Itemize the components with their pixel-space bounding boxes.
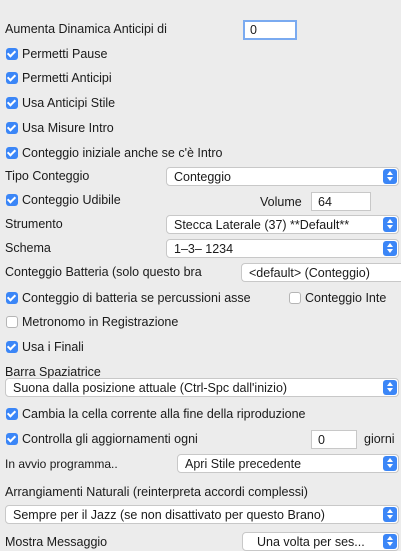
conteggio-iniziale-label: Conteggio iniziale anche se c'è Intro xyxy=(22,146,223,160)
schema-select[interactable]: 1–3– 1234 xyxy=(166,239,399,258)
usa-anticipi-stile-checkbox[interactable] xyxy=(6,97,18,109)
conteggio-inte-checkbox[interactable] xyxy=(289,292,301,304)
chevron-updown-icon xyxy=(383,507,397,522)
avvio-label: In avvio programma.. xyxy=(5,457,118,471)
chevron-updown-icon xyxy=(383,217,397,232)
permetti-anticipi-checkbox[interactable] xyxy=(6,72,18,84)
mostra-messaggio-label: Mostra Messaggio xyxy=(5,535,108,549)
usa-anticipi-stile-label: Usa Anticipi Stile xyxy=(22,96,116,110)
chevron-updown-icon xyxy=(383,169,397,184)
arrangiamenti-select[interactable]: Sempre per il Jazz (se non disattivato p… xyxy=(5,505,399,524)
usa-finali-label: Usa i Finali xyxy=(22,340,84,354)
volume-label: Volume xyxy=(260,195,302,209)
giorni-label: giorni xyxy=(364,432,395,446)
arrangiamenti-label: Arrangiamenti Naturali (reinterpreta acc… xyxy=(5,485,308,499)
metronomo-checkbox[interactable] xyxy=(6,316,18,328)
tipo-conteggio-select[interactable]: Conteggio xyxy=(166,167,399,186)
barra-spaziatrice-select[interactable]: Suona dalla posizione attuale (Ctrl-Spc … xyxy=(5,378,399,397)
chevron-updown-icon xyxy=(383,241,397,256)
cambia-cella-checkbox[interactable] xyxy=(6,408,18,420)
strumento-label: Strumento xyxy=(5,217,63,231)
usa-misure-intro-label: Usa Misure Intro xyxy=(22,121,114,135)
chevron-updown-icon xyxy=(383,456,397,471)
conteggio-batteria-select[interactable]: <default> (Conteggio) xyxy=(241,263,401,282)
conteggio-inte-label: Conteggio Inte xyxy=(305,291,387,305)
mostra-messaggio-select[interactable]: Una volta per ses... xyxy=(242,532,399,551)
metronomo-label: Metronomo in Registrazione xyxy=(22,315,179,329)
aggiornamenti-input[interactable]: 0 xyxy=(311,430,357,449)
conteggio-batteria-label: Conteggio Batteria (solo questo bra xyxy=(5,265,202,279)
cambia-cella-label: Cambia la cella corrente alla fine della… xyxy=(22,407,306,421)
conteggio-iniziale-checkbox[interactable] xyxy=(6,147,18,159)
conteggio-udibile-checkbox[interactable] xyxy=(6,194,18,206)
volume-input[interactable]: 64 xyxy=(311,192,371,211)
avvio-select[interactable]: Apri Stile precedente xyxy=(177,454,399,473)
chevron-updown-icon xyxy=(383,534,397,549)
usa-misure-intro-checkbox[interactable] xyxy=(6,122,18,134)
permetti-pause-label: Permetti Pause xyxy=(22,47,108,61)
conteggio-udibile-label: Conteggio Udibile xyxy=(22,193,121,207)
tipo-conteggio-label: Tipo Conteggio xyxy=(5,169,90,183)
usa-finali-checkbox[interactable] xyxy=(6,341,18,353)
conteggio-percussioni-checkbox[interactable] xyxy=(6,292,18,304)
controlla-aggiornamenti-checkbox[interactable] xyxy=(6,433,18,445)
permetti-anticipi-label: Permetti Anticipi xyxy=(22,71,112,85)
strumento-select[interactable]: Stecca Laterale (37) **Default** xyxy=(166,215,399,234)
controlla-aggiornamenti-label: Controlla gli aggiornamenti ogni xyxy=(22,432,198,446)
schema-label: Schema xyxy=(5,241,51,255)
permetti-pause-checkbox[interactable] xyxy=(6,48,18,60)
conteggio-percussioni-label: Conteggio di batteria se percussioni ass… xyxy=(22,291,251,305)
anticipi-label: Aumenta Dinamica Anticipi di xyxy=(5,22,167,36)
anticipi-input[interactable]: 0 xyxy=(243,20,297,40)
chevron-updown-icon xyxy=(383,380,397,395)
